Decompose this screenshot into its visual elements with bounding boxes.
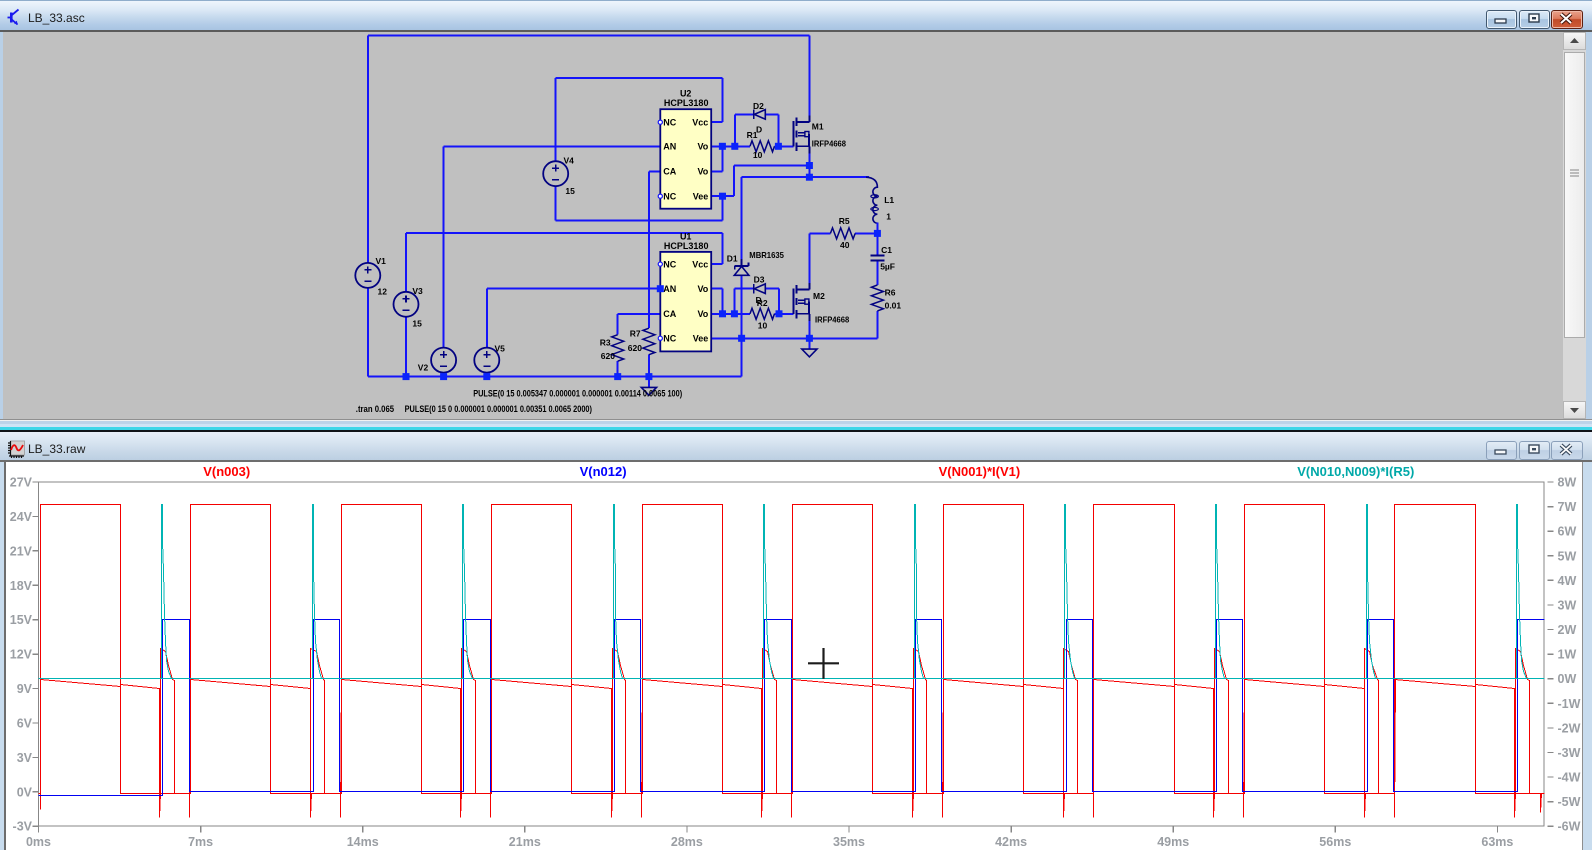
svg-text:15V: 15V: [10, 613, 33, 627]
svg-text:-3W: -3W: [1558, 746, 1581, 760]
svg-text:-5W: -5W: [1558, 795, 1581, 809]
svg-text:14ms: 14ms: [347, 835, 379, 849]
svg-text:V(N010,N009)*I(R5): V(N010,N009)*I(R5): [1297, 464, 1414, 479]
svg-text:27V: 27V: [10, 476, 33, 490]
svg-text:-1W: -1W: [1558, 697, 1581, 711]
svg-text:-6W: -6W: [1558, 820, 1581, 834]
svg-text:V(n012): V(n012): [580, 464, 627, 479]
svg-text:35ms: 35ms: [833, 835, 865, 849]
svg-text:V(n003): V(n003): [203, 464, 250, 479]
svg-text:5W: 5W: [1558, 549, 1577, 563]
svg-text:1W: 1W: [1558, 648, 1577, 662]
svg-text:56ms: 56ms: [1319, 835, 1351, 849]
svg-text:-2W: -2W: [1558, 721, 1581, 735]
svg-text:9V: 9V: [17, 682, 33, 696]
svg-text:6W: 6W: [1558, 525, 1577, 539]
svg-text:6V: 6V: [17, 716, 33, 730]
svg-text:42ms: 42ms: [995, 835, 1027, 849]
svg-text:-4W: -4W: [1558, 771, 1581, 785]
svg-text:63ms: 63ms: [1481, 835, 1513, 849]
svg-text:3V: 3V: [17, 751, 33, 765]
svg-text:3W: 3W: [1558, 598, 1577, 612]
svg-text:21ms: 21ms: [509, 835, 541, 849]
svg-text:28ms: 28ms: [671, 835, 703, 849]
svg-text:7W: 7W: [1558, 500, 1577, 514]
svg-text:2W: 2W: [1558, 623, 1577, 637]
svg-text:8W: 8W: [1558, 476, 1577, 490]
svg-text:21V: 21V: [10, 544, 33, 558]
svg-text:0ms: 0ms: [26, 835, 51, 849]
svg-text:0V: 0V: [17, 785, 33, 799]
svg-text:18V: 18V: [10, 579, 33, 593]
svg-text:V(N001)*I(V1): V(N001)*I(V1): [939, 464, 1021, 479]
svg-text:4W: 4W: [1558, 574, 1577, 588]
svg-text:49ms: 49ms: [1157, 835, 1189, 849]
svg-text:24V: 24V: [10, 510, 33, 524]
svg-text:7ms: 7ms: [188, 835, 213, 849]
svg-text:12V: 12V: [10, 648, 33, 662]
svg-text:0W: 0W: [1558, 672, 1577, 686]
svg-text:-3V: -3V: [13, 820, 33, 834]
